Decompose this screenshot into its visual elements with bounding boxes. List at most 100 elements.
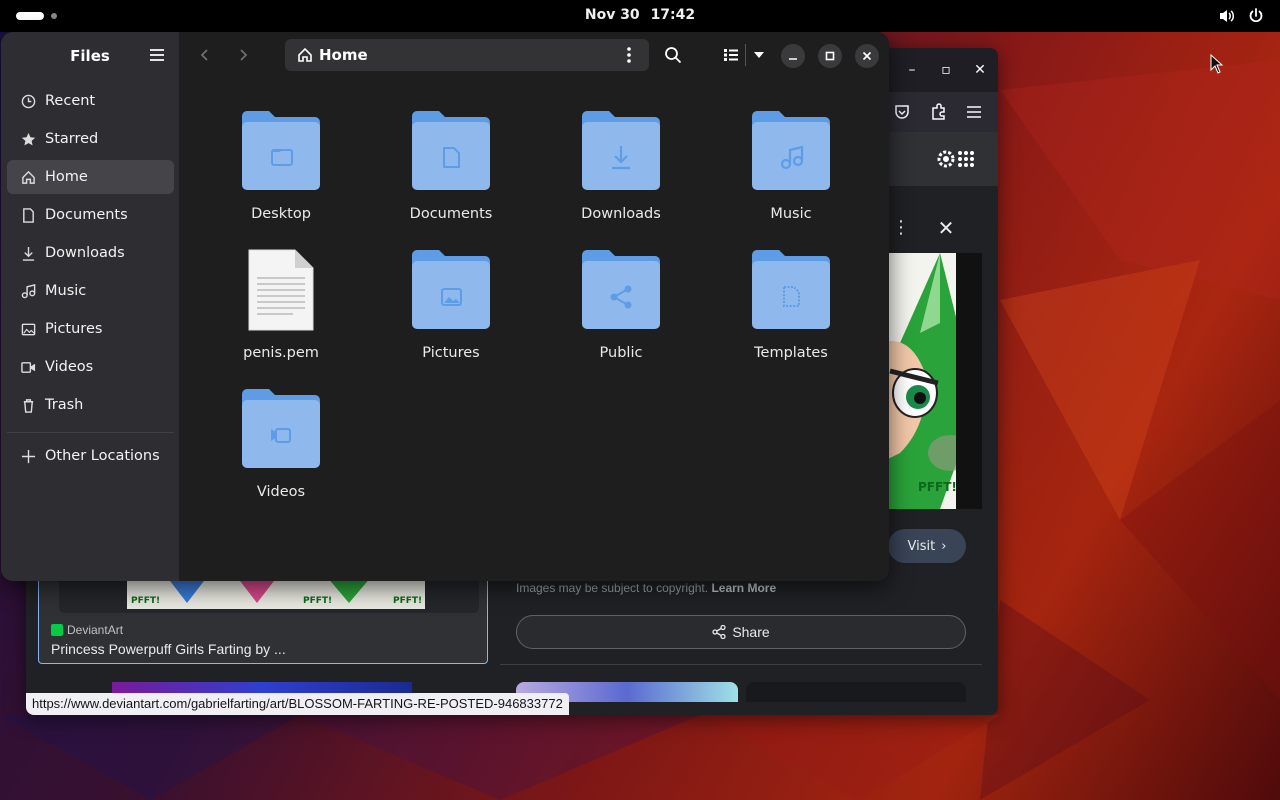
pocket-icon[interactable] <box>892 102 912 122</box>
file-item-documents[interactable]: Documents <box>376 110 526 230</box>
sidebar-item-home[interactable]: Home <box>7 160 174 194</box>
share-label: Share <box>732 624 770 640</box>
clock-time: 17:42 <box>650 7 696 23</box>
file-name: Downloads <box>581 206 661 222</box>
kebab-menu-icon[interactable] <box>619 45 639 65</box>
panel-more-button[interactable]: ⋮ <box>892 218 910 238</box>
file-item-videos[interactable]: Videos <box>206 388 356 508</box>
folder-downloads-icon <box>582 111 660 190</box>
path-bar[interactable]: Home <box>285 39 649 71</box>
hamburger-menu-icon[interactable] <box>147 45 167 65</box>
result-title[interactable]: Princess Powerpuff Girls Farting by ... <box>51 641 286 657</box>
star-icon <box>20 131 36 147</box>
folder-pictures-icon <box>412 250 490 329</box>
current-location: Home <box>319 46 368 64</box>
share-icon <box>712 625 726 639</box>
sidebar-item-label: Pictures <box>45 321 103 337</box>
file-item-public[interactable]: Public <box>546 249 696 369</box>
file-item-templates[interactable]: Templates <box>716 249 866 369</box>
visit-label: Visit <box>907 538 936 554</box>
sidebar-item-recent[interactable]: Recent <box>7 84 174 118</box>
panel-close-button[interactable]: ✕ <box>936 218 956 238</box>
sidebar-item-trash[interactable]: Trash <box>7 388 174 422</box>
search-button[interactable] <box>659 41 687 69</box>
maximize-icon <box>825 51 835 61</box>
files-window[interactable]: Files Recent Starred Home Documents Down… <box>1 32 889 581</box>
file-name: penis.pem <box>243 345 319 361</box>
chevron-left-icon <box>200 49 208 61</box>
folder-templates-icon <box>752 250 830 329</box>
image-result-card[interactable]: PFFT! PFFT! PFFT! DeviantArt Princess Po… <box>38 576 488 664</box>
forward-button[interactable] <box>229 41 257 69</box>
list-view-icon[interactable] <box>723 47 739 63</box>
menu-icon[interactable] <box>964 102 984 122</box>
file-name: Pictures <box>422 345 480 361</box>
mouse-cursor <box>1210 54 1224 74</box>
sidebar-item-pictures[interactable]: Pictures <box>7 312 174 346</box>
preview-scroll-area <box>956 253 982 509</box>
deviantart-icon <box>51 624 63 636</box>
sidebar-item-music[interactable]: Music <box>7 274 174 308</box>
status-url: https://www.deviantart.com/gabrielfartin… <box>26 693 569 715</box>
music-icon <box>20 283 36 299</box>
plus-icon <box>20 448 36 464</box>
close-icon <box>862 51 872 61</box>
result-source: DeviantArt <box>51 623 123 637</box>
minimize-button[interactable] <box>781 44 805 68</box>
close-button[interactable] <box>855 44 879 68</box>
learn-more-link[interactable]: Learn More <box>711 581 776 595</box>
file-item-pem[interactable]: penis.pem <box>206 248 356 368</box>
sidebar-item-label: Other Locations <box>45 448 160 464</box>
file-name: Public <box>599 345 643 361</box>
chevron-right-icon <box>240 49 248 61</box>
browser-close-button[interactable]: ✕ <box>970 60 990 80</box>
folder-videos-icon <box>242 389 320 468</box>
clock[interactable]: Nov 30 17:42 <box>0 7 1280 23</box>
browser-maximize-button[interactable]: ▫ <box>936 60 956 80</box>
maximize-button[interactable] <box>818 44 842 68</box>
sidebar-item-starred[interactable]: Starred <box>7 122 174 156</box>
sidebar-item-documents[interactable]: Documents <box>7 198 174 232</box>
sidebar-item-label: Trash <box>45 397 84 413</box>
file-item-music[interactable]: Music <box>716 110 866 230</box>
minimize-icon <box>789 58 797 60</box>
file-item-desktop[interactable]: Desktop <box>206 110 356 230</box>
video-icon <box>20 359 36 375</box>
folder-icon <box>242 111 320 190</box>
sidebar-item-label: Music <box>45 283 87 299</box>
trash-icon <box>20 397 36 413</box>
settings-gear-icon[interactable] <box>936 148 976 170</box>
related-image-thumb[interactable] <box>746 682 966 702</box>
folder-music-icon <box>752 111 830 190</box>
extensions-icon[interactable] <box>928 102 948 122</box>
clock-date: Nov 30 <box>584 7 640 23</box>
result-source-label: DeviantArt <box>67 623 124 637</box>
download-icon <box>20 245 36 261</box>
file-name: Music <box>770 206 812 222</box>
folder-documents-icon <box>412 111 490 190</box>
file-name: Templates <box>754 345 828 361</box>
visit-button[interactable]: Visit › <box>888 529 966 563</box>
file-item-downloads[interactable]: Downloads <box>546 110 696 230</box>
file-item-pictures[interactable]: Pictures <box>376 249 526 369</box>
folder-public-icon <box>582 250 660 329</box>
browser-minimize-button[interactable]: – <box>902 60 922 80</box>
sidebar-item-label: Documents <box>45 207 128 223</box>
text-file-icon <box>248 249 314 331</box>
view-toggle[interactable] <box>715 40 775 70</box>
copyright-notice: Images may be subject to copyright. Lear… <box>516 581 776 595</box>
sidebar-item-label: Starred <box>45 131 99 147</box>
chevron-down-icon[interactable] <box>753 50 765 60</box>
view-toggle-divider <box>745 44 746 66</box>
sidebar-item-downloads[interactable]: Downloads <box>7 236 174 270</box>
document-icon <box>20 207 36 223</box>
svg-text:PFFT!: PFFT! <box>131 596 160 606</box>
sidebar-item-label: Downloads <box>45 245 125 261</box>
sidebar-item-other-locations[interactable]: Other Locations <box>7 439 174 473</box>
chevron-right-icon: › <box>941 538 947 554</box>
back-button[interactable] <box>191 41 219 69</box>
system-tray[interactable] <box>1218 7 1264 25</box>
share-button[interactable]: Share <box>516 615 966 649</box>
sidebar-item-videos[interactable]: Videos <box>7 350 174 384</box>
svg-text:PFFT!: PFFT! <box>393 596 422 606</box>
